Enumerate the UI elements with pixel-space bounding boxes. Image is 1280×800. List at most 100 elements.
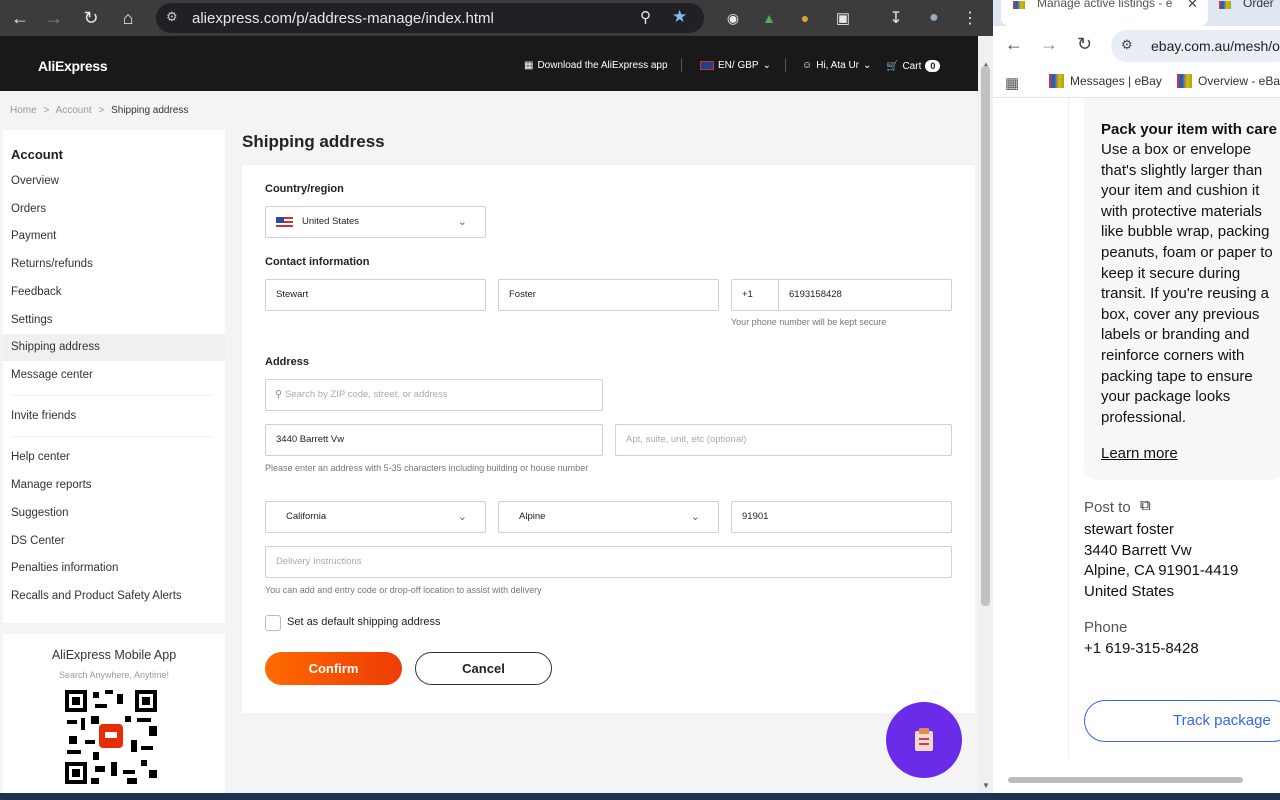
tab-manage-listings[interactable]: Manage active listings - e ✕: [1001, 0, 1208, 26]
sidebar-item-suggestion[interactable]: Suggestion: [3, 500, 225, 527]
page-scrollbar[interactable]: ▲ ▼: [978, 36, 993, 800]
sidebar-item-penalties[interactable]: Penalties information: [3, 555, 225, 582]
scroll-down-icon[interactable]: ▼: [982, 781, 990, 790]
menu-kebab-icon[interactable]: ⋮: [958, 6, 982, 30]
last-name-field[interactable]: Foster: [498, 279, 719, 311]
phone-field[interactable]: +1 6193158428: [731, 279, 952, 311]
zoom-icon[interactable]: ⚲: [640, 8, 651, 26]
address-street: 3440 Barrett Vw: [1084, 542, 1192, 559]
download-app-label: Download the AliExpress app: [537, 60, 668, 71]
address-search-input[interactable]: ⚲ Search by ZIP code, street, or address: [265, 379, 603, 411]
sidebar-item-message-center[interactable]: Message center: [3, 362, 225, 389]
close-icon[interactable]: ✕: [1187, 0, 1198, 12]
address-bar[interactable]: ⚙ ebay.com.au/mesh/o: [1111, 30, 1280, 62]
cart-label: Cart: [902, 60, 922, 72]
sidebar-item-payment[interactable]: Payment: [3, 223, 225, 250]
street-field[interactable]: 3440 Barrett Vw: [265, 424, 603, 456]
sidebar-item-recalls[interactable]: Recalls and Product Safety Alerts: [3, 583, 225, 610]
language-selector[interactable]: EN/ GBP ⌄: [700, 60, 771, 71]
site-info-icon[interactable]: ⚙: [166, 9, 178, 25]
delivery-hint: You can add and entry code or drop-off l…: [265, 585, 542, 595]
chevron-down-icon: ⌄: [690, 511, 700, 523]
language-label: EN/ GBP: [718, 60, 759, 71]
divider: [11, 395, 213, 396]
aliexpress-logo[interactable]: AliExpress: [38, 58, 108, 74]
divider: [11, 436, 213, 437]
back-icon[interactable]: ←: [8, 6, 32, 30]
profile-avatar-icon[interactable]: ●: [922, 6, 946, 30]
clipboard-icon: [915, 728, 933, 751]
address-bar[interactable]: ⚙ aliexpress.com/p/address-manage/index.…: [156, 3, 704, 33]
incognito-icon[interactable]: ◉: [721, 6, 745, 30]
cart-link[interactable]: 🛒 Cart 0: [886, 60, 941, 72]
breadcrumb-current: Shipping address: [111, 105, 189, 116]
bookmarks-bar: ▦ Messages | eBay Overview - eBa: [993, 66, 1280, 98]
breadcrumb-account[interactable]: Account: [56, 105, 92, 116]
us-flag-icon: [276, 217, 293, 228]
cancel-button[interactable]: Cancel: [415, 652, 552, 685]
ebay-favicon-icon: [1219, 1, 1231, 9]
scrollbar-thumb[interactable]: [981, 66, 990, 606]
sidebar-item-returns[interactable]: Returns/refunds: [3, 251, 225, 278]
breadcrumb-home[interactable]: Home: [10, 105, 37, 116]
app-qr-code[interactable]: [65, 690, 157, 784]
sidebar-item-overview[interactable]: Overview: [3, 168, 225, 195]
apps-grid-icon[interactable]: ▦: [1005, 74, 1019, 92]
reload-icon[interactable]: ↻: [1077, 34, 1092, 55]
browser-toolbar: ← → ↻ ⚙ ebay.com.au/mesh/o: [993, 26, 1280, 66]
packing-tips-card: Pack your item with care Use a box or en…: [1084, 98, 1280, 480]
country-select[interactable]: United States ⌄: [265, 206, 486, 238]
url-text: aliexpress.com/p/address-manage/index.ht…: [192, 10, 494, 27]
sidebar-item-help-center[interactable]: Help center: [3, 444, 225, 471]
phone-country-code[interactable]: +1: [742, 280, 753, 310]
download-icon[interactable]: ↧: [884, 6, 908, 30]
site-info-icon[interactable]: ⚙: [1121, 37, 1133, 53]
sidebar-item-feedback[interactable]: Feedback: [3, 279, 225, 306]
forward-icon[interactable]: →: [42, 6, 66, 30]
ebay-favicon-icon: [1049, 74, 1064, 88]
state-select[interactable]: California ⌄: [265, 501, 486, 533]
sidebar-item-ds-center[interactable]: DS Center: [3, 528, 225, 555]
forward-icon[interactable]: →: [1040, 34, 1058, 55]
bookmark-star-icon[interactable]: ★: [672, 7, 687, 27]
confirm-button[interactable]: Confirm: [265, 652, 402, 685]
delivery-instructions-field[interactable]: Delivery Instructions: [265, 546, 952, 578]
horizontal-scrollbar[interactable]: [1008, 777, 1243, 783]
home-icon[interactable]: ⌂: [116, 6, 140, 30]
bookmark-messages[interactable]: Messages | eBay: [1049, 74, 1162, 88]
pack-title: Pack your item with care: [1101, 121, 1277, 138]
copy-icon[interactable]: ⧉: [1140, 497, 1151, 514]
tab-strip: Manage active listings - e ✕ Order: [993, 0, 1280, 26]
download-app-link[interactable]: ▦ Download the AliExpress app: [524, 60, 668, 71]
track-package-label: Track package: [1173, 712, 1271, 729]
default-address-checkbox[interactable]: [265, 615, 281, 631]
sidebar-item-manage-reports[interactable]: Manage reports: [3, 472, 225, 499]
breadcrumb-separator: >: [43, 105, 50, 116]
first-name-field[interactable]: Stewart: [265, 279, 486, 311]
cookie-icon[interactable]: ●: [793, 6, 817, 30]
learn-more-link[interactable]: Learn more: [1101, 445, 1178, 462]
apt-field[interactable]: Apt, suite, unit, etc (optional): [615, 424, 952, 456]
account-menu[interactable]: ☺ Hi, Ata Ur ⌄: [802, 60, 871, 71]
extensions-puzzle-icon[interactable]: ▣: [831, 6, 855, 30]
default-address-label[interactable]: Set as default shipping address: [287, 616, 441, 628]
sidebar-title: Account: [11, 147, 63, 162]
reload-icon[interactable]: ↻: [79, 6, 103, 30]
sidebar-item-settings[interactable]: Settings: [3, 307, 225, 334]
sidebar-item-shipping-address[interactable]: Shipping address: [3, 334, 225, 361]
extension-icon[interactable]: ▲: [757, 6, 781, 30]
bookmark-overview[interactable]: Overview - eBa: [1177, 74, 1280, 88]
mobile-app-promo: AliExpress Mobile App Search Anywhere, A…: [3, 634, 225, 800]
zip-field[interactable]: 91901: [731, 501, 952, 533]
floating-action-button[interactable]: [886, 702, 962, 778]
address-name: stewart foster: [1084, 521, 1175, 538]
track-package-button[interactable]: Track package: [1084, 700, 1280, 742]
tab-orders[interactable]: Order: [1215, 0, 1280, 26]
divider: [785, 58, 786, 72]
back-icon[interactable]: ←: [1005, 34, 1023, 55]
sidebar-item-orders[interactable]: Orders: [3, 196, 225, 223]
sidebar-item-invite-friends[interactable]: Invite friends: [3, 403, 225, 430]
app-promo-subtitle: Search Anywhere, Anytime!: [58, 670, 170, 680]
city-select[interactable]: Alpine ⌄: [498, 501, 719, 533]
search-icon: ⚲: [275, 389, 282, 400]
